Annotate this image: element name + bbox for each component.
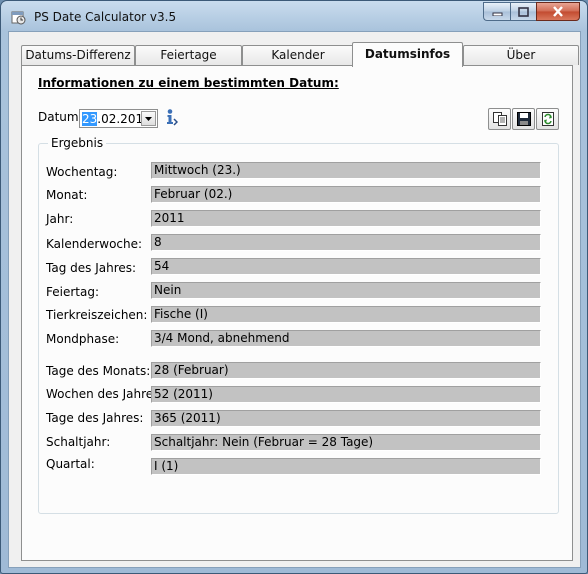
title-bar[interactable]: PS Date Calculator v3.5 — [1, 1, 587, 31]
field-monat: Februar (02.) — [151, 186, 541, 203]
refresh-button[interactable] — [536, 108, 559, 130]
tab-ueber[interactable]: Über — [463, 45, 579, 65]
label-tage-des-jahres: Tage des Jahres: — [46, 411, 144, 425]
tab-feiertage[interactable]: Feiertage — [135, 45, 242, 65]
label-jahr: Jahr: — [46, 212, 74, 226]
tab-kalender[interactable]: Kalender — [242, 45, 354, 65]
minimize-icon — [492, 12, 502, 16]
client-area: Datums-Differenz Feiertage Kalender Datu… — [8, 31, 581, 568]
tab-strip: Datums-Differenz Feiertage Kalender Datu… — [21, 42, 579, 67]
label-wochentag: Wochentag: — [46, 165, 118, 179]
field-tierkreiszeichen: Fische (I) — [151, 306, 541, 323]
label-kalenderwoche: Kalenderwoche: — [46, 237, 143, 251]
app-window: PS Date Calculator v3.5 Datums-Differenz… — [0, 0, 588, 574]
label-wochen-des-jahres: Wochen des Jahres: — [46, 387, 164, 401]
field-tage-des-monats: 28 (Februar) — [151, 362, 541, 379]
label-mondphase: Mondphase: — [46, 332, 120, 346]
refresh-icon — [541, 112, 554, 126]
label-tag-des-jahres: Tag des Jahres: — [46, 261, 137, 275]
tab-datumsinfos[interactable]: Datumsinfos — [352, 42, 463, 67]
copy-icon — [492, 112, 507, 126]
copy-button[interactable] — [488, 108, 511, 130]
maximize-icon — [518, 6, 529, 17]
date-picker[interactable]: 23.02.2011 — [79, 109, 158, 128]
label-quartal: Quartal: — [46, 457, 95, 471]
result-group-title: Ergebnis — [48, 136, 107, 150]
tab-datums-differenz[interactable]: Datums-Differenz — [21, 45, 135, 65]
window-title: PS Date Calculator v3.5 — [34, 10, 177, 24]
label-schaltjahr: Schaltjahr: — [46, 435, 111, 449]
datumsinfos-panel: Informationen zu einem bestimmten Datum:… — [21, 65, 573, 561]
label-tage-des-monats: Tage des Monats: — [46, 364, 151, 378]
field-wochentag: Mittwoch (23.) — [151, 162, 541, 179]
field-quartal: I (1) — [151, 458, 541, 475]
field-tage-des-jahres: 365 (2011) — [151, 410, 541, 427]
field-jahr: 2011 — [151, 210, 541, 227]
field-kalenderwoche: 8 — [151, 234, 541, 251]
date-dropdown-button[interactable] — [141, 111, 156, 126]
field-schaltjahr: Schaltjahr: Nein (Februar = 28 Tage) — [151, 434, 541, 451]
maximize-button[interactable] — [510, 2, 536, 21]
calendar-app-icon — [11, 11, 26, 25]
label-feiertag: Feiertag: — [46, 285, 99, 299]
field-mondphase: 3/4 Mond, abnehmend — [151, 330, 541, 347]
section-heading: Informationen zu einem bestimmten Datum: — [38, 76, 339, 90]
label-monat: Monat: — [46, 188, 88, 202]
field-feiertag: Nein — [151, 282, 541, 299]
chevron-down-icon — [145, 116, 152, 121]
label-tierkreiszeichen: Tierkreiszeichen: — [46, 308, 148, 322]
field-wochen-des-jahres: 52 (2011) — [151, 386, 541, 403]
field-tag-des-jahres: 54 — [151, 258, 541, 275]
close-icon — [553, 6, 563, 17]
save-icon — [516, 112, 531, 126]
date-day-selected: 23 — [82, 112, 98, 126]
date-label: Datum: — [38, 110, 83, 124]
close-button[interactable] — [536, 2, 580, 21]
info-icon[interactable] — [162, 108, 178, 126]
minimize-button[interactable] — [483, 2, 510, 21]
save-button[interactable] — [512, 108, 535, 130]
